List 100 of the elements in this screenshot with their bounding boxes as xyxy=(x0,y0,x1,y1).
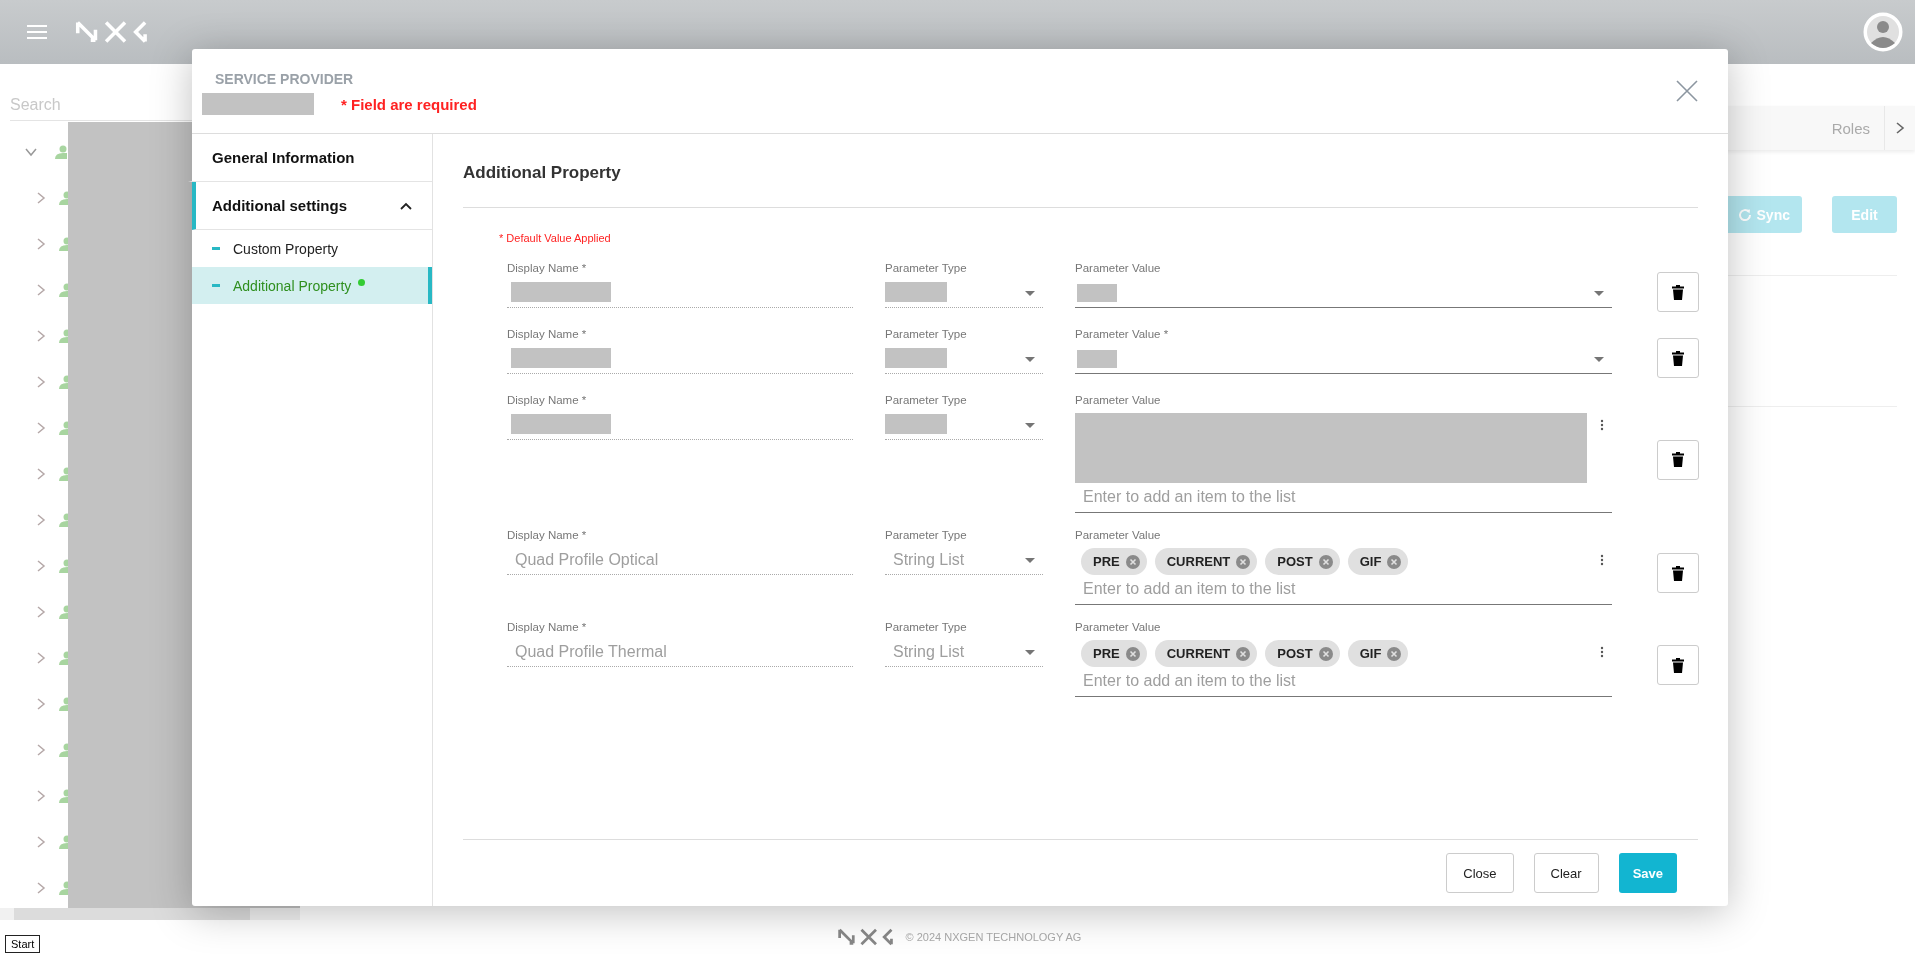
chevron-right-icon[interactable] xyxy=(35,606,47,618)
redacted-value xyxy=(885,348,947,368)
chevron-right-icon[interactable] xyxy=(35,698,47,710)
copyright-text: © 2024 NXGEN TECHNOLOGY AG xyxy=(905,931,1082,943)
list-field[interactable]: PRE CURRENT POST GIF Enter to add an item to the list xyxy=(1075,637,1612,697)
chevron-right-icon[interactable] xyxy=(35,238,47,250)
remove-icon[interactable] xyxy=(1236,554,1251,569)
chevron-right-icon[interactable] xyxy=(35,744,47,756)
dropdown-caret-icon xyxy=(1025,423,1035,428)
field-label: Display Name * xyxy=(507,394,588,408)
section-title: Additional Property xyxy=(463,161,622,184)
nav-item[interactable]: General Information xyxy=(188,134,432,182)
field-label: Parameter Value xyxy=(1075,621,1162,635)
chevron-right-icon[interactable] xyxy=(35,422,47,434)
dash-icon xyxy=(212,284,220,287)
chip[interactable]: CURRENT xyxy=(1154,548,1258,575)
more-options-icon[interactable] xyxy=(1600,646,1604,658)
field-label: Parameter Type xyxy=(885,529,968,543)
delete-button[interactable] xyxy=(1657,272,1699,312)
dropdown-caret-icon xyxy=(1025,650,1035,655)
refresh-icon xyxy=(1736,206,1753,223)
chevron-up-icon xyxy=(400,201,412,210)
chevron-right-icon[interactable] xyxy=(35,836,47,848)
default-value-note: * Default Value Applied xyxy=(499,232,612,244)
dialog-button[interactable]: Clear xyxy=(1533,853,1599,893)
delete-button[interactable] xyxy=(1657,338,1699,378)
field-label: Display Name * xyxy=(507,262,588,276)
trash-icon xyxy=(1672,350,1684,366)
avatar-icon[interactable] xyxy=(1863,12,1903,52)
dialog-overline: SERVICE PROVIDER xyxy=(214,71,355,87)
trash-icon xyxy=(1672,284,1684,300)
remove-icon[interactable] xyxy=(1125,554,1140,569)
list-field[interactable]: PRE CURRENT POST GIF Enter to add an item to the list xyxy=(1075,545,1612,605)
dropdown-caret-icon xyxy=(1025,558,1035,563)
more-options-icon[interactable] xyxy=(1600,419,1604,431)
redacted-value xyxy=(1077,284,1117,302)
field-label: Display Name * xyxy=(507,328,588,342)
chip[interactable]: PRE xyxy=(1081,548,1147,575)
horizontal-scrollbar[interactable] xyxy=(0,908,300,920)
trash-icon xyxy=(1672,565,1684,581)
chevron-right-icon[interactable] xyxy=(35,284,47,296)
chevron-right-icon[interactable] xyxy=(35,514,47,526)
chevron-right-icon[interactable] xyxy=(35,882,47,894)
required-note: * Field are required xyxy=(341,95,477,113)
nav-subitem[interactable]: Additional Property xyxy=(192,267,432,304)
chip[interactable]: CURRENT xyxy=(1154,640,1258,667)
chip[interactable]: GIF xyxy=(1347,640,1409,667)
dropdown-caret-icon xyxy=(1025,291,1035,296)
delete-button[interactable] xyxy=(1657,439,1699,480)
remove-icon[interactable] xyxy=(1318,646,1333,661)
menu-icon[interactable] xyxy=(27,25,47,39)
input-field[interactable]: Enter to add an item to the list xyxy=(1075,667,1612,696)
chip[interactable]: GIF xyxy=(1347,548,1409,575)
tooltip: Start xyxy=(5,935,41,953)
nav-item[interactable]: Additional settings xyxy=(192,182,432,230)
remove-icon[interactable] xyxy=(1125,646,1140,661)
remove-icon[interactable] xyxy=(1318,554,1333,569)
chevron-right-icon[interactable] xyxy=(35,192,47,204)
field-label: Parameter Type xyxy=(885,328,968,342)
trash-icon xyxy=(1672,452,1684,467)
field-label: Parameter Value * xyxy=(1075,328,1170,342)
dropdown-caret-icon xyxy=(1594,291,1604,296)
dropdown-caret-icon xyxy=(1594,357,1604,362)
field-label: Parameter Value xyxy=(1075,529,1162,543)
chevron-right-icon[interactable] xyxy=(35,790,47,802)
redacted-value xyxy=(885,282,947,302)
dialog-button[interactable]: Close xyxy=(1446,853,1514,893)
chip[interactable]: POST xyxy=(1265,640,1340,667)
input-field[interactable]: Enter to add an item to the list xyxy=(1075,483,1612,512)
list-field[interactable]: Enter to add an item to the list xyxy=(1075,410,1612,513)
chevron-right-icon[interactable] xyxy=(35,560,47,572)
chip[interactable]: POST xyxy=(1265,548,1340,575)
redacted-value xyxy=(885,414,947,434)
field-label: Display Name * xyxy=(507,529,588,543)
chevron-right-icon[interactable] xyxy=(35,468,47,480)
input-field[interactable]: Enter to add an item to the list xyxy=(1075,575,1612,604)
redacted-value xyxy=(1077,350,1117,368)
field-label: Parameter Value xyxy=(1075,394,1162,408)
nav-subitem[interactable]: Custom Property xyxy=(192,230,432,267)
field-label: Display Name * xyxy=(507,621,588,635)
more-options-icon[interactable] xyxy=(1600,554,1604,566)
remove-icon[interactable] xyxy=(1387,554,1402,569)
remove-icon[interactable] xyxy=(1387,646,1402,661)
delete-button[interactable] xyxy=(1657,553,1699,593)
field-label: Parameter Value xyxy=(1075,262,1162,276)
close-icon[interactable] xyxy=(1676,80,1698,102)
chip[interactable]: PRE xyxy=(1081,640,1147,667)
field-label: Parameter Type xyxy=(885,621,968,635)
chevron-right-icon[interactable] xyxy=(35,652,47,664)
dash-icon xyxy=(212,247,220,250)
chevron-right-icon xyxy=(1895,122,1905,134)
chevron-right-icon[interactable] xyxy=(35,376,47,388)
person-icon xyxy=(55,145,67,159)
chevron-down-icon[interactable] xyxy=(25,146,37,158)
trash-icon xyxy=(1672,657,1684,673)
field-label: Parameter Type xyxy=(885,262,968,276)
field-label: Parameter Type xyxy=(885,394,968,408)
chevron-right-icon[interactable] xyxy=(35,330,47,342)
remove-icon[interactable] xyxy=(1236,646,1251,661)
delete-button[interactable] xyxy=(1657,645,1699,685)
